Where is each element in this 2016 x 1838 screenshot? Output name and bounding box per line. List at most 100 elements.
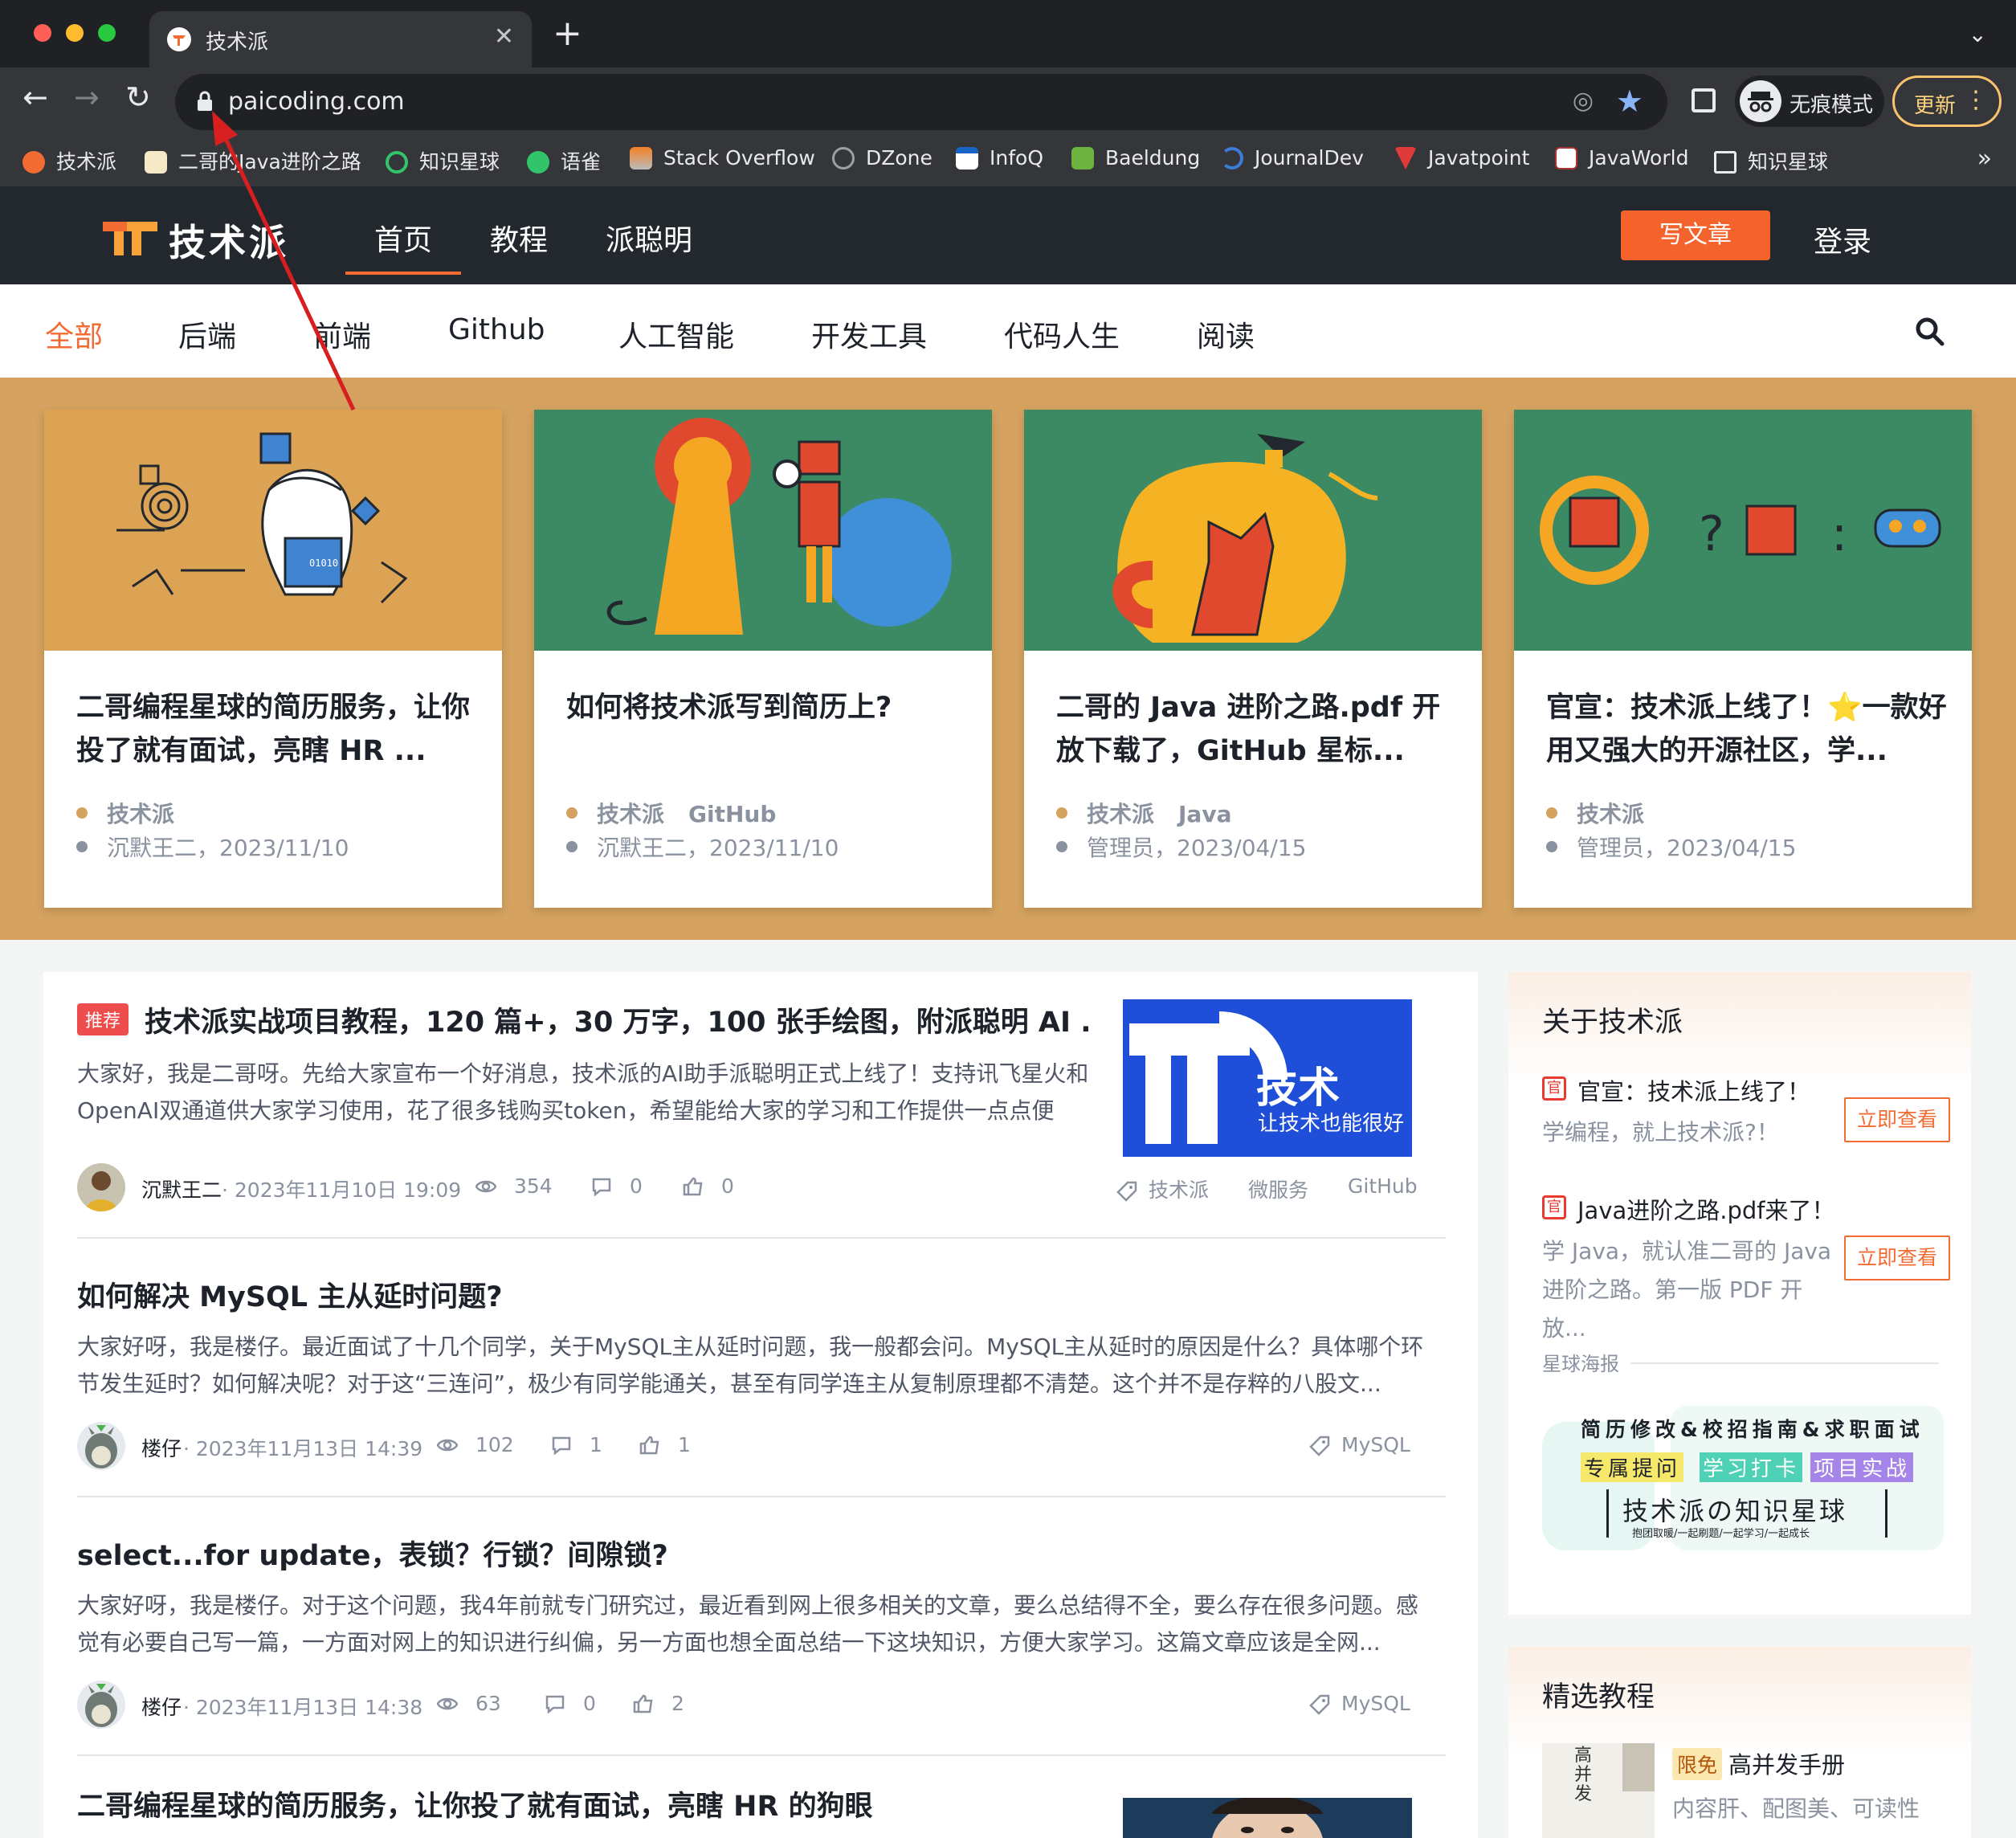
article-thumbnail[interactable]: 技术 让技术也能很好	[1123, 999, 1412, 1157]
article-title[interactable]: 推荐 技术派实战项目教程，120 篇+，30 万字，100 张手绘图，附派聪明 A…	[77, 999, 1089, 1040]
update-button[interactable]: 更新 ⋮	[1892, 76, 2002, 127]
author-name[interactable]: 楼仔	[141, 1692, 182, 1721]
bookmark-item[interactable]: JournalDev	[1221, 146, 1364, 170]
category-reading[interactable]: 阅读	[1197, 313, 1255, 355]
new-tab-button[interactable]: +	[553, 16, 582, 51]
login-link[interactable]: 登录	[1814, 219, 1871, 260]
likes-count[interactable]: 2	[633, 1692, 684, 1715]
maximize-window-button[interactable]	[98, 24, 116, 42]
article-title[interactable]: select...for update，表锁？行锁？间隙锁?	[77, 1533, 668, 1574]
browser-tab[interactable]: 技术派 ✕	[149, 11, 532, 67]
reload-icon[interactable]: ↻	[125, 82, 151, 112]
article-title[interactable]: 二哥编程星球的简历服务，让你投了就有面试，亮瞎 HR 的狗眼	[77, 1783, 873, 1824]
menu-dots-icon[interactable]: ⋮	[1964, 86, 1988, 114]
category-backend[interactable]: 后端	[178, 313, 236, 355]
article-title[interactable]: 如何解决 MySQL 主从延时问题?	[77, 1274, 503, 1315]
write-article-button[interactable]: 写文章	[1621, 210, 1770, 260]
side-panel-icon[interactable]	[1692, 88, 1716, 112]
thumbs-up-icon	[683, 1177, 703, 1196]
eye-off-icon[interactable]: ◎	[1573, 87, 1594, 115]
list-item[interactable]: 如何解决 MySQL 主从延时问题? 大家好呀，我是楼仔。最近面试了十几个同学，…	[77, 1274, 1446, 1507]
bookmark-item[interactable]: Stack Overflow	[630, 146, 815, 170]
featured-title[interactable]: 官宣：技术派上线了！⭐一款好用又强大的开源社区，学...	[1546, 686, 1948, 774]
back-arrow-icon[interactable]: ←	[22, 82, 48, 112]
category-ai[interactable]: 人工智能	[618, 313, 734, 355]
featured-card[interactable]: 二哥的 Java 进阶之路.pdf 开放下载了，GitHub 星标... 技术派…	[1024, 410, 1482, 908]
incognito-button[interactable]: 无痕模式	[1735, 76, 1884, 127]
free-badge: 限免	[1672, 1748, 1723, 1780]
poster-sub: 抱团取暖/一起刷题/一起学习/一起成长	[1632, 1528, 1810, 1540]
view-now-button[interactable]: 立即查看	[1844, 1097, 1950, 1142]
about-item-title[interactable]: Java进阶之路.pdf来了！	[1577, 1192, 1835, 1226]
avatar[interactable]	[77, 1681, 125, 1729]
bookmarks-bar: 技术派 二哥的Java进阶之路 知识星球 语雀 Stack Overflow D…	[0, 137, 2016, 186]
author-name[interactable]: 楼仔	[141, 1433, 182, 1462]
list-item[interactable]: select...for update，表锁？行锁？间隙锁? 大家好呀，我是楼仔…	[77, 1533, 1446, 1766]
list-item[interactable]: 二哥编程星球的简历服务，让你投了就有面试，亮瞎 HR 的狗眼	[77, 1783, 1446, 1838]
baeldung-icon	[1071, 147, 1094, 170]
about-item[interactable]: 官 Java进阶之路.pdf来了！ 学 Java，就认准二哥的 Java 进阶之…	[1542, 1192, 1950, 1342]
tutorial-cover[interactable]: 高并发	[1542, 1743, 1655, 1838]
nav-paicongming[interactable]: 派聪明	[606, 217, 692, 259]
featured-title[interactable]: 二哥编程星球的简历服务，让你投了就有面试，亮瞎 HR ...	[76, 686, 478, 774]
featured-card[interactable]: 如何将技术派写到简历上? 技术派 GitHub 沉默王二，2023/11/10	[534, 410, 992, 908]
eye-icon	[437, 1697, 458, 1710]
bookmark-item[interactable]: JavaWorld	[1555, 146, 1688, 170]
url-text[interactable]: paicoding.com	[228, 88, 405, 116]
article-summary: 大家好呀，我是楼仔。最近面试了十几个同学，关于MySQL主从延时问题，我一般都会…	[77, 1334, 1424, 1397]
category-devtools[interactable]: 开发工具	[811, 313, 927, 355]
category-code-life[interactable]: 代码人生	[1004, 313, 1120, 355]
likes-count[interactable]: 0	[683, 1174, 734, 1198]
category-frontend[interactable]: 前端	[313, 313, 371, 355]
author-name[interactable]: 沉默王二	[141, 1174, 222, 1203]
bookmark-item[interactable]: Baeldung	[1071, 146, 1200, 170]
tab-favicon-icon	[167, 27, 191, 51]
bookmarks-overflow-icon[interactable]: »	[1977, 145, 1992, 173]
poster-tag: 学习打卡	[1700, 1452, 1803, 1482]
bookmark-item[interactable]: 语雀	[527, 146, 601, 175]
nav-home[interactable]: 首页	[374, 217, 432, 259]
article-tag[interactable]: MySQL	[1309, 1692, 1410, 1715]
tab-close-icon[interactable]: ✕	[494, 22, 514, 51]
tutorial-name[interactable]: 高并发手册	[1728, 1746, 1845, 1780]
article-tag[interactable]: GitHub	[1348, 1174, 1418, 1198]
article-tag[interactable]: 技术派	[1116, 1174, 1209, 1203]
tab-search-chevron-icon[interactable]: ⌄	[1969, 21, 1987, 47]
view-now-button[interactable]: 立即查看	[1844, 1236, 1950, 1280]
category-github[interactable]: Github	[448, 313, 545, 346]
bookmark-star-icon[interactable]: ★	[1616, 84, 1643, 119]
address-bar[interactable]: paicoding.com ◎ ★	[175, 74, 1667, 130]
featured-title[interactable]: 如何将技术派写到简历上?	[566, 686, 968, 774]
bookmark-item[interactable]: 技术派	[22, 146, 116, 175]
likes-count[interactable]: 1	[639, 1433, 691, 1456]
featured-card[interactable]: ? : 官宣：技术派上线了！⭐一款好用又强大的开源社区，学... 技术派 管理员…	[1514, 410, 1972, 908]
category-all[interactable]: 全部	[45, 313, 103, 355]
comments-count[interactable]: 0	[545, 1692, 596, 1715]
bookmark-item[interactable]: Javatpoint	[1394, 146, 1529, 170]
comments-count[interactable]: 1	[551, 1433, 602, 1456]
bookmark-item[interactable]: 知识星球	[1714, 146, 1828, 175]
article-thumbnail[interactable]	[1123, 1798, 1412, 1838]
search-icon[interactable]	[1915, 317, 1945, 347]
bookmark-item[interactable]: 知识星球	[386, 146, 500, 175]
featured-title[interactable]: 二哥的 Java 进阶之路.pdf 开放下载了，GitHub 星标...	[1056, 686, 1458, 774]
incognito-label: 无痕模式	[1790, 93, 1874, 117]
minimize-window-button[interactable]	[66, 24, 84, 42]
about-item-title[interactable]: 官宣：技术派上线了！	[1577, 1073, 1810, 1107]
forward-arrow-icon[interactable]: →	[74, 82, 100, 112]
featured-card[interactable]: 01010 二哥编程星球的简历服务，让你投了就有面试，亮瞎 HR ... 技术派…	[44, 410, 502, 908]
article-tag[interactable]: 微服务	[1248, 1174, 1308, 1203]
article-tag[interactable]: MySQL	[1309, 1433, 1410, 1456]
bookmark-item[interactable]: InfoQ	[956, 146, 1043, 170]
avatar[interactable]	[77, 1422, 125, 1470]
about-item[interactable]: 官 官宣：技术派上线了！ 学编程，就上技术派?！ 立即查看	[1542, 1073, 1950, 1170]
comments-count[interactable]: 0	[591, 1174, 643, 1198]
featured-illustration	[1024, 410, 1482, 651]
bookmark-item[interactable]: DZone	[832, 146, 933, 170]
poster-image[interactable]: 简历修改&校招指南&求职面试 专属提问 学习打卡 项目实战 技术派の知识星球 抱…	[1542, 1406, 1944, 1566]
avatar[interactable]	[77, 1163, 125, 1211]
close-window-button[interactable]	[34, 24, 51, 42]
list-item[interactable]: 推荐 技术派实战项目教程，120 篇+，30 万字，100 张手绘图，附派聪明 A…	[77, 999, 1446, 1240]
bookmark-item[interactable]: 二哥的Java进阶之路	[145, 146, 361, 175]
nav-tutorials[interactable]: 教程	[490, 217, 548, 259]
